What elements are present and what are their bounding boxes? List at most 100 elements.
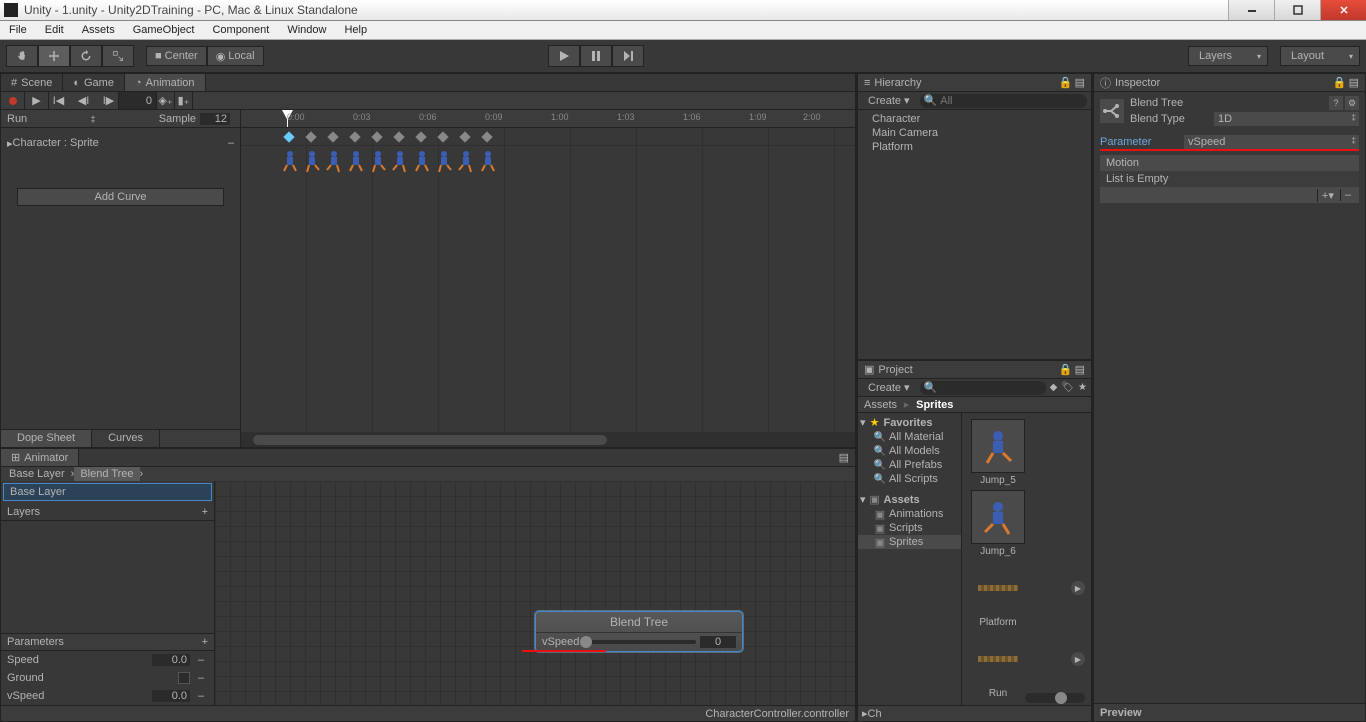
record-button[interactable] bbox=[1, 92, 25, 109]
crumb-blend-tree[interactable]: Blend Tree bbox=[74, 467, 139, 481]
time-ruler[interactable]: 0:00 0:03 0:06 0:09 1:00 1:03 1:06 1:09 … bbox=[241, 110, 855, 128]
step-button[interactable] bbox=[612, 45, 644, 67]
add-keyframe-button[interactable]: ◈₊ bbox=[157, 92, 175, 109]
layout-dropdown[interactable]: Layout bbox=[1280, 46, 1360, 66]
keyframe[interactable] bbox=[481, 131, 492, 142]
gear-icon[interactable]: ⚙ bbox=[1345, 96, 1359, 110]
panel-menu-icon[interactable]: ▤ bbox=[1349, 76, 1359, 89]
blend-type-dropdown[interactable]: 1D bbox=[1214, 112, 1359, 126]
curves-tab[interactable]: Curves bbox=[92, 430, 160, 447]
panel-menu-icon[interactable]: ▤ bbox=[1075, 76, 1085, 89]
menu-edit[interactable]: Edit bbox=[36, 22, 73, 38]
menu-file[interactable]: File bbox=[0, 22, 36, 38]
project-grid[interactable]: Jump_5 Jump_6 ▶ Platform ▶ Run bbox=[962, 413, 1091, 705]
keyframe[interactable] bbox=[437, 131, 448, 142]
lock-icon[interactable]: 🔒 bbox=[1059, 363, 1073, 376]
tab-game[interactable]: ◐Game bbox=[63, 74, 125, 91]
asset-item[interactable]: ▶ Platform bbox=[968, 561, 1028, 628]
blend-tree-node[interactable]: Blend Tree vSpeed 0 bbox=[535, 611, 743, 652]
blend-slider[interactable] bbox=[583, 640, 696, 644]
tree-item[interactable]: 🔍All Models bbox=[858, 444, 961, 458]
keyframe[interactable] bbox=[415, 131, 426, 142]
tree-item[interactable]: 🔍All Scripts bbox=[858, 472, 961, 486]
remove-motion-button[interactable]: – bbox=[1340, 189, 1355, 201]
expand-icon[interactable]: ▾ bbox=[860, 493, 866, 506]
coord-mode-toggle[interactable]: ◉Local bbox=[207, 46, 264, 66]
preview-header[interactable]: Preview bbox=[1094, 703, 1365, 721]
frame-number-field[interactable]: 0 bbox=[119, 92, 157, 109]
remove-param-button[interactable]: – bbox=[194, 690, 208, 702]
next-keyframe-button[interactable]: I▶ bbox=[103, 94, 115, 107]
keyframe[interactable] bbox=[371, 131, 382, 142]
chevron-down-icon[interactable]: ‡ bbox=[90, 114, 95, 124]
param-ground[interactable]: Ground – bbox=[1, 669, 214, 687]
minimize-button[interactable] bbox=[1228, 0, 1274, 20]
lock-icon[interactable]: 🔒 bbox=[1059, 76, 1073, 89]
clip-dropdown[interactable]: Run bbox=[7, 113, 27, 125]
crumb-sprites[interactable]: Sprites bbox=[916, 399, 953, 411]
add-event-button[interactable]: ▮₊ bbox=[175, 92, 193, 109]
scale-tool[interactable] bbox=[102, 45, 134, 67]
keyframe[interactable] bbox=[459, 131, 470, 142]
remove-track-button[interactable]: – bbox=[228, 137, 234, 149]
param-speed[interactable]: Speed 0.0 – bbox=[1, 651, 214, 669]
asset-item[interactable]: Jump_6 bbox=[968, 490, 1028, 557]
param-vspeed[interactable]: vSpeed 0.0 – bbox=[1, 687, 214, 705]
keyframe[interactable] bbox=[305, 131, 316, 142]
tab-animator[interactable]: ⊞Animator bbox=[1, 449, 79, 466]
expand-icon[interactable]: ▾ bbox=[860, 416, 866, 429]
animation-timeline[interactable]: 0:00 0:03 0:06 0:09 1:00 1:03 1:06 1:09 … bbox=[241, 110, 855, 447]
hand-tool[interactable] bbox=[6, 45, 38, 67]
animation-track[interactable]: ▸ Character : Sprite – bbox=[1, 128, 240, 158]
hierarchy-item[interactable]: Main Camera bbox=[858, 126, 1091, 140]
move-tool[interactable] bbox=[38, 45, 70, 67]
panel-menu-icon[interactable]: ▤ bbox=[1075, 363, 1085, 376]
param-checkbox[interactable] bbox=[178, 672, 190, 684]
asset-name-field[interactable]: Blend Tree bbox=[1130, 97, 1325, 109]
timeline-grid[interactable] bbox=[241, 128, 855, 447]
filter-label-icon[interactable]: 🏷 bbox=[1061, 382, 1074, 393]
layers-dropdown[interactable]: Layers bbox=[1188, 46, 1268, 66]
param-value-field[interactable]: 0.0 bbox=[152, 690, 190, 702]
close-button[interactable] bbox=[1320, 0, 1366, 20]
menu-window[interactable]: Window bbox=[278, 22, 335, 38]
add-curve-button[interactable]: Add Curve bbox=[17, 188, 224, 206]
save-search-icon[interactable]: ★ bbox=[1078, 382, 1087, 393]
create-dropdown[interactable]: Create▾ bbox=[862, 93, 916, 108]
tree-item[interactable]: 🔍All Prefabs bbox=[858, 458, 961, 472]
create-dropdown[interactable]: Create▾ bbox=[862, 380, 916, 395]
menu-gameobject[interactable]: GameObject bbox=[124, 22, 204, 38]
slider-handle[interactable] bbox=[580, 636, 592, 648]
tree-item[interactable]: ▣Animations bbox=[858, 507, 961, 521]
keyframe[interactable] bbox=[393, 131, 404, 142]
panel-menu-icon[interactable]: ▤ bbox=[833, 449, 855, 466]
assets-header[interactable]: ▾▣Assets bbox=[858, 492, 961, 507]
animator-graph[interactable]: Blend Tree vSpeed 0 bbox=[215, 481, 855, 705]
tab-animation[interactable]: ◔Animation bbox=[125, 74, 206, 91]
help-icon[interactable]: ? bbox=[1329, 96, 1343, 110]
blend-value-field[interactable]: 0 bbox=[700, 636, 736, 648]
dope-sheet-tab[interactable]: Dope Sheet bbox=[1, 430, 92, 447]
add-layer-button[interactable]: + bbox=[202, 506, 208, 518]
tree-item-sprites[interactable]: ▣Sprites bbox=[858, 535, 961, 549]
hierarchy-item[interactable]: Character bbox=[858, 112, 1091, 126]
asset-item[interactable]: Jump_5 bbox=[968, 419, 1028, 486]
tree-item[interactable]: 🔍All Material bbox=[858, 430, 961, 444]
hierarchy-item[interactable]: Platform bbox=[858, 140, 1091, 154]
add-motion-button[interactable]: +▾ bbox=[1317, 189, 1338, 202]
pause-button[interactable] bbox=[580, 45, 612, 67]
maximize-button[interactable] bbox=[1274, 0, 1320, 20]
lock-icon[interactable]: 🔒 bbox=[1333, 76, 1347, 89]
menu-help[interactable]: Help bbox=[335, 22, 376, 38]
parameter-dropdown[interactable]: vSpeed bbox=[1184, 135, 1359, 149]
timeline-scrollbar[interactable] bbox=[241, 432, 855, 447]
hierarchy-search[interactable]: 🔍All bbox=[920, 94, 1087, 108]
remove-param-button[interactable]: – bbox=[194, 654, 208, 666]
sample-field[interactable]: 12 bbox=[200, 113, 230, 125]
menu-component[interactable]: Component bbox=[203, 22, 278, 38]
keyframe[interactable] bbox=[327, 131, 338, 142]
param-value-field[interactable]: 0.0 bbox=[152, 654, 190, 666]
keyframe-summary-row[interactable] bbox=[241, 128, 855, 146]
menu-assets[interactable]: Assets bbox=[73, 22, 124, 38]
filter-type-icon[interactable]: ◆ bbox=[1050, 382, 1058, 393]
